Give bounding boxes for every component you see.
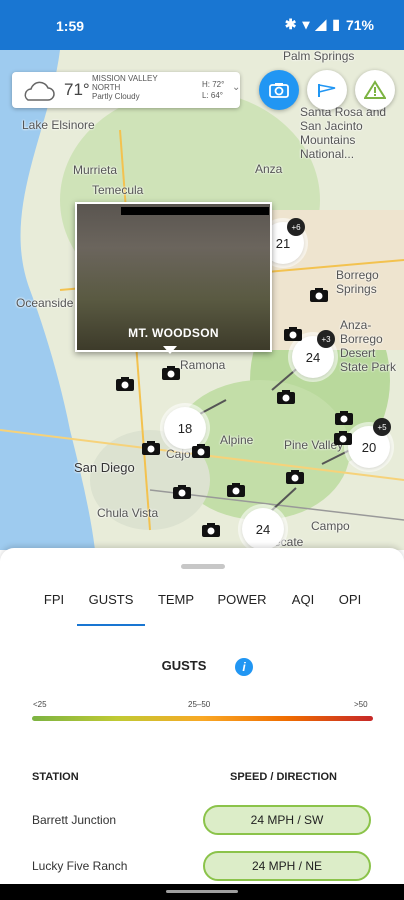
camera-marker-icon[interactable] (334, 431, 352, 445)
legend-low: <25 (33, 700, 47, 709)
status-bar: 1:59 ✱ ▾ ◢ ▮ 71% (0, 0, 404, 50)
weather-low: L: 64 (202, 91, 220, 100)
wind-arrow (321, 449, 351, 465)
camera-popup-caption: MT. WOODSON (128, 326, 219, 340)
signal-icon: ◢ (315, 16, 327, 32)
home-gesture-bar[interactable] (166, 890, 238, 893)
weather-high: H: 72 (202, 80, 222, 89)
status-time: 1:59 (56, 18, 85, 34)
wifi-icon: ▾ (302, 16, 310, 32)
cluster-value: 18 (177, 420, 193, 436)
wind-arrow (269, 487, 297, 513)
tab-aqi[interactable]: AQI (282, 592, 324, 626)
camera-marker-icon[interactable] (284, 327, 302, 341)
system-nav-bar (0, 884, 404, 900)
camera-layer-button[interactable] (259, 70, 299, 110)
camera-marker-icon[interactable] (116, 377, 134, 391)
wind-layer-button[interactable] (307, 70, 347, 110)
cluster-value: 21 (275, 235, 291, 251)
battery-percent: 71% (345, 16, 374, 33)
layer-tabs: FPI GUSTS TEMP POWER AQI OPI (0, 592, 404, 628)
camera-marker-icon[interactable] (162, 366, 180, 380)
warning-icon (364, 80, 386, 99)
legend-high: >50 (354, 700, 368, 709)
bluetooth-icon: ✱ (284, 16, 297, 32)
weather-high-low: H: 72° L: 64° (202, 80, 225, 100)
weather-condition: Partly Cloudy (92, 92, 140, 101)
column-header-station: STATION (32, 771, 79, 783)
weather-location-block: MISSION VALLEY NORTH Partly Cloudy (92, 74, 188, 101)
partly-cloudy-icon (24, 81, 55, 101)
active-tab-indicator (77, 624, 145, 626)
camera-marker-icon[interactable] (202, 523, 220, 537)
speed-direction-pill[interactable]: 24 MPH / NE (203, 851, 371, 881)
tab-gusts[interactable]: GUSTS (77, 592, 145, 626)
cluster-plus-badge: +3 (317, 330, 335, 348)
cluster-plus-badge: +6 (287, 218, 305, 236)
station-cluster[interactable]: 18 (164, 407, 206, 449)
legend-mid: 25–50 (188, 700, 211, 709)
camera-marker-icon[interactable] (192, 444, 210, 458)
camera-marker-icon[interactable] (173, 485, 191, 499)
tab-power[interactable]: POWER (210, 592, 274, 626)
status-icons: ✱ ▾ ◢ ▮ 71% (285, 16, 374, 33)
cluster-value: 24 (305, 349, 321, 365)
column-header-speed: SPEED / DIRECTION (230, 771, 337, 783)
section-title-text: GUSTS (161, 658, 207, 673)
info-icon[interactable]: i (235, 658, 253, 676)
chevron-down-icon[interactable]: ⌄ (232, 82, 240, 93)
tab-opi[interactable]: OPI (330, 592, 370, 626)
camera-marker-icon[interactable] (142, 441, 160, 455)
weather-card[interactable]: 71° MISSION VALLEY NORTH Partly Cloudy H… (12, 72, 240, 108)
weather-location: MISSION VALLEY NORTH (92, 74, 158, 92)
battery-icon: ▮ (332, 16, 340, 32)
weather-temp: 71° (64, 80, 90, 99)
camera-marker-icon[interactable] (335, 411, 353, 425)
speed-direction-pill[interactable]: 24 MPH / SW (203, 805, 371, 835)
weather-temp-value: 71 (64, 80, 83, 99)
tab-temp[interactable]: TEMP (150, 592, 202, 626)
camera-marker-icon[interactable] (277, 390, 295, 404)
cluster-value: 20 (361, 439, 377, 455)
alert-layer-button[interactable] (355, 70, 395, 110)
cluster-plus-badge: +5 (373, 418, 391, 436)
section-title: GUSTS (0, 658, 404, 673)
wind-flag-icon (318, 84, 336, 97)
station-name[interactable]: Lucky Five Ranch (32, 859, 127, 873)
tab-fpi[interactable]: FPI (32, 592, 76, 626)
legend-gradient-bar (32, 716, 373, 721)
camera-marker-icon[interactable] (286, 470, 304, 484)
camera-popup[interactable]: MT. WOODSON (75, 202, 272, 352)
cluster-value: 24 (255, 521, 271, 537)
camera-icon (269, 83, 289, 98)
camera-timestamp-bar (121, 207, 269, 215)
camera-marker-icon[interactable] (310, 288, 328, 302)
camera-marker-icon[interactable] (227, 483, 245, 497)
station-cluster[interactable]: 24 (242, 508, 284, 550)
sheet-drag-handle[interactable] (181, 564, 225, 569)
camera-popup-pointer (163, 346, 177, 354)
station-name[interactable]: Barrett Junction (32, 813, 116, 827)
